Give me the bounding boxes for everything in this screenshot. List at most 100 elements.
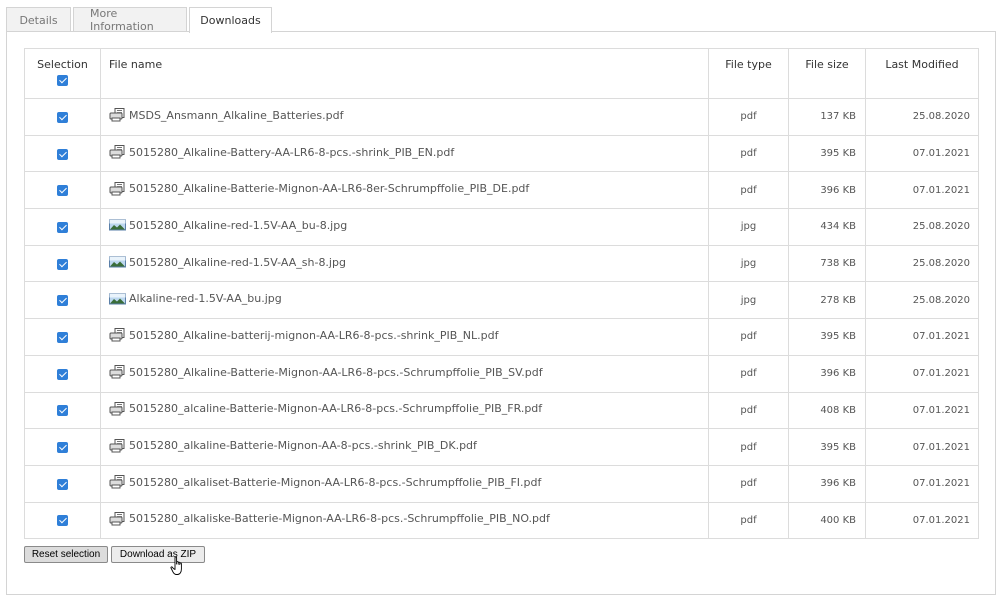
last-modified-cell: 07.01.2021 bbox=[865, 354, 979, 393]
row-checkbox[interactable] bbox=[57, 295, 68, 307]
last-modified-cell: 25.08.2020 bbox=[865, 98, 979, 136]
row-checkbox[interactable] bbox=[57, 515, 68, 527]
file-name-text[interactable]: Alkaline-red-1.5V-AA_bu.jpg bbox=[129, 292, 282, 305]
file-type-cell: jpg bbox=[708, 281, 789, 320]
file-type-cell: pdf bbox=[708, 428, 789, 466]
file-link[interactable]: 5015280_Alkaline-Battery-AA-LR6-8-pcs.-s… bbox=[109, 145, 454, 159]
pdf-document-icon bbox=[109, 511, 126, 526]
file-name-cell: 5015280_alkaline-Batterie-Mignon-AA-8-pc… bbox=[100, 428, 709, 466]
file-size-cell: 408 KB bbox=[788, 391, 866, 430]
file-name-cell: Alkaline-red-1.5V-AA_bu.jpg bbox=[100, 281, 709, 320]
file-type-cell: jpg bbox=[708, 244, 789, 283]
file-link[interactable]: 5015280_alcaline-Batterie-Mignon-AA-LR6-… bbox=[109, 401, 542, 416]
file-size-cell: 400 KB bbox=[788, 501, 866, 540]
file-type-cell: pdf bbox=[708, 501, 789, 540]
row-checkbox[interactable] bbox=[57, 442, 68, 454]
table-header-row: Selection File name File type File size … bbox=[24, 48, 979, 99]
file-name-cell: 5015280_alkaliset-Batterie-Mignon-AA-LR6… bbox=[100, 464, 709, 503]
select-all-checkbox[interactable] bbox=[57, 75, 68, 86]
row-selection-cell bbox=[24, 281, 101, 320]
file-type-cell: pdf bbox=[708, 98, 789, 136]
file-link[interactable]: Alkaline-red-1.5V-AA_bu.jpg bbox=[109, 292, 282, 306]
file-name-text[interactable]: 5015280_Alkaline-batterij-mignon-AA-LR6-… bbox=[129, 329, 498, 342]
row-selection-cell bbox=[24, 98, 101, 136]
file-name-cell: 5015280_alkaliske-Batterie-Mignon-AA-LR6… bbox=[100, 501, 709, 540]
file-type-cell: pdf bbox=[708, 391, 789, 430]
table-row: 5015280_Alkaline-batterij-mignon-AA-LR6-… bbox=[24, 318, 979, 356]
file-size-cell: 278 KB bbox=[788, 281, 866, 320]
file-name-cell: 5015280_Alkaline-red-1.5V-AA_sh-8.jpg bbox=[100, 244, 709, 283]
file-type-cell: pdf bbox=[708, 464, 789, 503]
last-modified-cell: 25.08.2020 bbox=[865, 208, 979, 246]
file-link[interactable]: 5015280_Alkaline-Batterie-Mignon-AA-LR6-… bbox=[109, 181, 529, 196]
image-file-icon bbox=[109, 255, 126, 269]
file-link[interactable]: 5015280_Alkaline-batterij-mignon-AA-LR6-… bbox=[109, 328, 498, 342]
column-header-file-type: File type bbox=[708, 48, 789, 99]
row-checkbox[interactable] bbox=[57, 258, 68, 270]
column-header-selection: Selection bbox=[24, 48, 101, 99]
file-link[interactable]: 5015280_Alkaline-Batterie-Mignon-AA-LR6-… bbox=[109, 365, 543, 379]
file-name-text[interactable]: 5015280_alkaliset-Batterie-Mignon-AA-LR6… bbox=[129, 476, 541, 489]
tab-bar: Details More Information Downloads bbox=[6, 7, 274, 33]
download-zip-button[interactable]: Download as ZIP bbox=[111, 546, 205, 563]
image-file-icon bbox=[109, 218, 126, 232]
pdf-document-icon bbox=[109, 181, 126, 196]
last-modified-cell: 25.08.2020 bbox=[865, 281, 979, 320]
pdf-document-icon bbox=[109, 145, 126, 159]
file-name-text[interactable]: 5015280_alkaline-Batterie-Mignon-AA-8-pc… bbox=[129, 439, 477, 452]
file-size-cell: 396 KB bbox=[788, 354, 866, 393]
table-row: 5015280_Alkaline-Batterie-Mignon-AA-LR6-… bbox=[24, 171, 979, 210]
file-link[interactable]: 5015280_alkaline-Batterie-Mignon-AA-8-pc… bbox=[109, 438, 477, 453]
pdf-document-icon bbox=[109, 365, 126, 379]
row-checkbox[interactable] bbox=[57, 478, 68, 490]
row-selection-cell bbox=[24, 134, 101, 173]
row-checkbox[interactable] bbox=[57, 405, 68, 417]
file-link[interactable]: 5015280_alkaliset-Batterie-Mignon-AA-LR6… bbox=[109, 475, 541, 489]
file-name-text[interactable]: 5015280_Alkaline-Batterie-Mignon-AA-LR6-… bbox=[129, 366, 543, 379]
file-size-cell: 137 KB bbox=[788, 98, 866, 136]
tab-downloads[interactable]: Downloads bbox=[189, 7, 272, 33]
tab-details[interactable]: Details bbox=[6, 7, 71, 32]
file-size-cell: 396 KB bbox=[788, 464, 866, 503]
file-name-text[interactable]: 5015280_Alkaline-red-1.5V-AA_sh-8.jpg bbox=[129, 256, 346, 269]
file-name-cell: 5015280_Alkaline-Batterie-Mignon-AA-LR6-… bbox=[100, 171, 709, 210]
row-checkbox[interactable] bbox=[57, 368, 68, 380]
file-name-text[interactable]: 5015280_alkaliske-Batterie-Mignon-AA-LR6… bbox=[129, 512, 550, 525]
file-name-cell: 5015280_Alkaline-Battery-AA-LR6-8-pcs.-s… bbox=[100, 134, 709, 173]
file-name-text[interactable]: MSDS_Ansmann_Alkaline_Batteries.pdf bbox=[129, 109, 344, 122]
row-checkbox[interactable] bbox=[57, 185, 68, 197]
row-checkbox[interactable] bbox=[57, 331, 68, 343]
file-type-cell: jpg bbox=[708, 208, 789, 246]
pdf-document-icon bbox=[109, 328, 126, 342]
file-type-cell: pdf bbox=[708, 134, 789, 173]
last-modified-cell: 07.01.2021 bbox=[865, 134, 979, 173]
last-modified-cell: 07.01.2021 bbox=[865, 464, 979, 503]
file-type-cell: pdf bbox=[708, 354, 789, 393]
row-selection-cell bbox=[24, 318, 101, 356]
file-link[interactable]: 5015280_Alkaline-red-1.5V-AA_bu-8.jpg bbox=[109, 218, 347, 232]
tab-more-information[interactable]: More Information bbox=[73, 7, 187, 33]
file-link[interactable]: 5015280_alkaliske-Batterie-Mignon-AA-LR6… bbox=[109, 511, 550, 526]
column-header-file-size: File size bbox=[788, 48, 866, 99]
reset-selection-button[interactable]: Reset selection bbox=[24, 546, 108, 563]
table-row: 5015280_Alkaline-red-1.5V-AA_bu-8.jpg jp… bbox=[24, 208, 979, 246]
last-modified-cell: 07.01.2021 bbox=[865, 501, 979, 540]
file-name-text[interactable]: 5015280_Alkaline-Batterie-Mignon-AA-LR6-… bbox=[129, 182, 529, 195]
selection-header-label: Selection bbox=[37, 58, 88, 71]
image-file-icon bbox=[109, 292, 126, 306]
file-link[interactable]: 5015280_Alkaline-red-1.5V-AA_sh-8.jpg bbox=[109, 255, 346, 269]
file-link[interactable]: MSDS_Ansmann_Alkaline_Batteries.pdf bbox=[109, 108, 344, 122]
row-selection-cell bbox=[24, 208, 101, 246]
file-name-cell: 5015280_Alkaline-red-1.5V-AA_bu-8.jpg bbox=[100, 208, 709, 246]
file-size-cell: 395 KB bbox=[788, 134, 866, 173]
file-name-text[interactable]: 5015280_alcaline-Batterie-Mignon-AA-LR6-… bbox=[129, 402, 542, 415]
file-name-text[interactable]: 5015280_Alkaline-Battery-AA-LR6-8-pcs.-s… bbox=[129, 146, 454, 159]
column-header-file-name: File name bbox=[100, 48, 709, 99]
row-checkbox[interactable] bbox=[57, 221, 68, 233]
file-name-text[interactable]: 5015280_Alkaline-red-1.5V-AA_bu-8.jpg bbox=[129, 219, 347, 232]
row-checkbox[interactable] bbox=[57, 111, 68, 123]
last-modified-cell: 07.01.2021 bbox=[865, 171, 979, 210]
row-selection-cell bbox=[24, 464, 101, 503]
last-modified-cell: 07.01.2021 bbox=[865, 428, 979, 466]
row-checkbox[interactable] bbox=[57, 148, 68, 160]
